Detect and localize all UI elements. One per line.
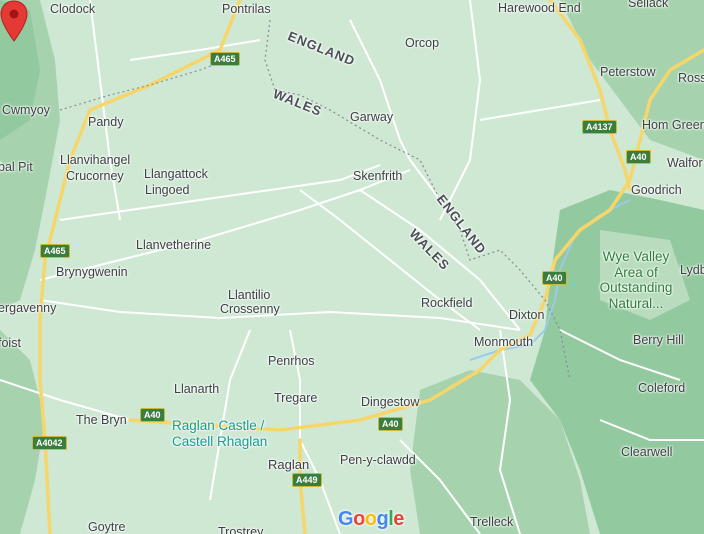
place-label-pandy: Pandy (88, 115, 124, 129)
place-label-cwmyoy: Cwmyoy (2, 103, 50, 117)
place-label-llanvetherine: Llanvetherine (136, 238, 212, 252)
place-label-llantilio: Llantilio (228, 288, 271, 302)
google-logo: Google (338, 508, 404, 531)
place-label-crossenny: Crossenny (220, 302, 280, 316)
google-logo-letter: o (353, 508, 365, 530)
place-label-lafoist: foist (0, 336, 21, 350)
place-label-tregare: Tregare (274, 391, 318, 405)
place-label-raglan: Raglan (268, 457, 310, 472)
road-shield-a4137: A4137 (582, 120, 617, 134)
place-label-hom-green: Hom Green (642, 118, 704, 132)
place-label-goytre: Goytre (88, 520, 126, 534)
poi-label-line: Castell Rhaglan (172, 433, 268, 449)
place-label-goodrich: Goodrich (631, 183, 682, 197)
road-shield-a465: A465 (210, 52, 240, 66)
place-label-pal-pit: bal Pit (0, 160, 33, 174)
place-label-llangattock: Llangattock (144, 167, 208, 181)
place-label-walford: Walfor (667, 156, 703, 170)
place-label-rockfield: Rockfield (421, 296, 473, 310)
place-label-coleford: Coleford (638, 381, 686, 395)
road-shield-a465: A465 (40, 244, 70, 258)
place-label-llanvihangel: Llanvihangel (60, 153, 131, 167)
google-logo-letter: g (376, 508, 389, 530)
place-label-clearwell: Clearwell (621, 445, 673, 459)
place-label-pen-y-clawdd: Pen-y-clawdd (340, 453, 416, 467)
place-label-trelleck: Trelleck (470, 515, 514, 529)
place-label-lingoed: Lingoed (145, 183, 190, 197)
poi-label-raglan-castle[interactable]: Raglan Castle / Castell Rhaglan (172, 418, 267, 449)
aonb-label-line: Natural... (608, 295, 664, 311)
place-label-dingestow: Dingestow (361, 395, 420, 409)
place-label-abergavenny: ergavenny (0, 301, 57, 315)
place-label-berry-hill: Berry Hill (633, 333, 684, 347)
road-shield-a449: A449 (292, 473, 322, 487)
place-label-sellack: Sellack (628, 0, 669, 10)
place-label-brynygwenin: Brynygwenin (56, 265, 128, 279)
aonb-label-line: Area of (614, 264, 658, 280)
place-label-clodock: Clodock (50, 2, 96, 16)
location-pin-icon[interactable] (0, 0, 28, 42)
place-label-trostrey: Trostrey (218, 525, 264, 534)
aonb-label[interactable]: Wye Valley Area of Outstanding Natural..… (596, 249, 676, 311)
aonb-label-line: Wye Valley (602, 249, 670, 264)
place-label-skenfrith: Skenfrith (353, 169, 403, 183)
place-label-orcop: Orcop (405, 36, 440, 50)
place-label-pontrilas: Pontrilas (222, 2, 271, 16)
map-canvas[interactable]: ENGLAND WALES ENGLAND WALES Clodock Pont… (0, 0, 704, 534)
place-label-harewood-end: Harewood End (498, 1, 581, 15)
place-label-the-bryn: The Bryn (76, 413, 127, 427)
place-label-dixton: Dixton (509, 308, 545, 322)
road-shield-a40: A40 (378, 417, 403, 431)
road-shield-a40: A40 (626, 150, 651, 164)
place-label-monmouth: Monmouth (474, 335, 534, 349)
google-logo-letter: e (393, 508, 404, 530)
road-shield-a40: A40 (542, 271, 567, 285)
place-label-llanarth: Llanarth (174, 382, 220, 396)
aonb-label-line: Outstanding (599, 280, 673, 296)
road-shield-a4042: A4042 (32, 436, 67, 450)
google-logo-letter: o (364, 508, 377, 530)
place-label-lydb: Lydb (680, 263, 704, 277)
place-label-garway: Garway (350, 110, 394, 124)
place-label-ross: Ross (678, 71, 704, 85)
road-shield-a40: A40 (140, 408, 165, 422)
place-label-crucorney: Crucorney (66, 169, 124, 183)
google-logo-letter: G (338, 508, 354, 530)
place-label-penrhos: Penrhos (268, 354, 315, 368)
place-label-peterstow: Peterstow (600, 65, 656, 79)
poi-label-line: Raglan Castle / (172, 418, 265, 433)
